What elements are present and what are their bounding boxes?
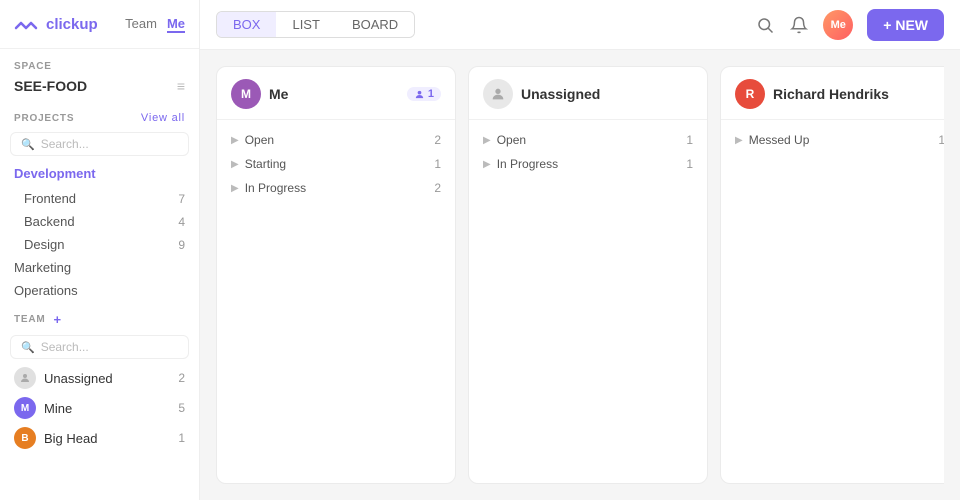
sidebar-item-backend[interactable]: Backend 4 <box>0 210 199 233</box>
chevron-right-icon: ▶ <box>483 135 491 146</box>
team-member-unassigned[interactable]: Unassigned 2 <box>0 363 199 393</box>
chevron-right-icon: ▶ <box>735 135 743 146</box>
team-search-box[interactable]: 🔍 Search... <box>10 335 189 359</box>
add-team-icon[interactable]: + <box>54 312 62 327</box>
col-body-richard: ▶ Messed Up 1 <box>721 120 944 483</box>
user-avatar[interactable]: Me <box>823 10 853 40</box>
mine-label: Mine <box>44 401 72 416</box>
status-row-me-2[interactable]: ▶ In Progress 2 <box>217 176 455 200</box>
board-content: MMe 1▶ Open 2▶ Starting 1▶ In Progress 2… <box>200 50 960 500</box>
main-area: BOX LIST BOARD Me + NEW MMe 1▶ Open 2▶ S… <box>200 0 960 500</box>
space-label: SPACE <box>0 49 199 76</box>
col-badge-me: 1 <box>407 87 441 101</box>
team-section-header: TEAM + <box>0 302 199 331</box>
team-search-icon: 🔍 <box>21 341 35 354</box>
notification-icon[interactable] <box>789 15 809 35</box>
topbar-left: BOX LIST BOARD <box>216 11 415 38</box>
project-search-box[interactable]: 🔍 Search... <box>10 132 189 156</box>
chevron-right-icon: ▶ <box>231 183 239 194</box>
status-name: Open <box>245 133 429 147</box>
chevron-right-icon: ▶ <box>483 159 491 170</box>
col-name-richard: Richard Hendriks <box>773 86 944 102</box>
board-col-me: MMe 1▶ Open 2▶ Starting 1▶ In Progress 2 <box>216 66 456 484</box>
status-name: In Progress <box>245 181 429 195</box>
chevron-right-icon: ▶ <box>231 135 239 146</box>
status-name: Open <box>497 133 681 147</box>
team-member-bighead[interactable]: B Big Head 1 <box>0 423 199 453</box>
status-count: 1 <box>938 133 944 147</box>
clickup-logo-icon <box>14 12 38 36</box>
new-button[interactable]: + NEW <box>867 9 944 41</box>
status-row-unassigned-0[interactable]: ▶ Open 1 <box>469 128 707 152</box>
app-name: clickup <box>46 16 98 33</box>
col-avatar-unassigned <box>483 79 513 109</box>
sidebar-item-design[interactable]: Design 9 <box>0 233 199 256</box>
projects-header: PROJECTS View all <box>0 104 199 128</box>
chevron-right-icon: ▶ <box>231 159 239 170</box>
space-options-icon[interactable]: ≡ <box>177 78 185 94</box>
col-avatar-richard: R <box>735 79 765 109</box>
status-count: 1 <box>686 157 693 171</box>
col-name-me: Me <box>269 86 399 102</box>
unassigned-avatar <box>14 367 36 389</box>
team-search-placeholder: Search... <box>41 340 89 354</box>
sidebar-item-operations[interactable]: Operations <box>0 279 199 302</box>
col-body-me: ▶ Open 2▶ Starting 1▶ In Progress 2 <box>217 120 455 483</box>
status-count: 2 <box>434 133 441 147</box>
status-row-me-0[interactable]: ▶ Open 2 <box>217 128 455 152</box>
view-tabs: BOX LIST BOARD <box>216 11 415 38</box>
status-count: 1 <box>686 133 693 147</box>
board-col-unassigned: Unassigned▶ Open 1▶ In Progress 1 <box>468 66 708 484</box>
me-nav[interactable]: Me <box>167 16 185 33</box>
team-member-mine[interactable]: M Mine 5 <box>0 393 199 423</box>
active-project[interactable]: Development <box>0 160 199 187</box>
status-count: 1 <box>434 157 441 171</box>
tab-board[interactable]: BOARD <box>336 12 414 37</box>
col-header-richard: R Richard Hendriks <box>721 67 944 120</box>
topbar-right: Me + NEW <box>755 9 944 41</box>
search-icon[interactable] <box>755 15 775 35</box>
col-header-me: M Me 1 <box>217 67 455 120</box>
status-count: 2 <box>434 181 441 195</box>
unassigned-count: 2 <box>178 371 185 385</box>
team-nav[interactable]: Team <box>125 16 157 33</box>
status-row-me-1[interactable]: ▶ Starting 1 <box>217 152 455 176</box>
bighead-count: 1 <box>178 431 185 445</box>
bighead-label: Big Head <box>44 431 97 446</box>
col-header-unassigned: Unassigned <box>469 67 707 120</box>
space-name: SEE-FOOD ≡ <box>0 76 199 104</box>
col-name-unassigned: Unassigned <box>521 86 693 102</box>
board-col-richard: R Richard Hendriks ▶ Messed Up 1 <box>720 66 944 484</box>
bighead-avatar: B <box>14 427 36 449</box>
mine-count: 5 <box>178 401 185 415</box>
col-body-unassigned: ▶ Open 1▶ In Progress 1 <box>469 120 707 483</box>
tab-list[interactable]: LIST <box>276 12 335 37</box>
search-icon: 🔍 <box>21 138 35 151</box>
tab-box[interactable]: BOX <box>217 12 276 37</box>
unassigned-label: Unassigned <box>44 371 113 386</box>
sidebar-logo-area: clickup Team Me <box>0 0 199 49</box>
board-scroll: MMe 1▶ Open 2▶ Starting 1▶ In Progress 2… <box>216 66 944 484</box>
status-row-richard-0[interactable]: ▶ Messed Up 1 <box>721 128 944 152</box>
status-row-unassigned-1[interactable]: ▶ In Progress 1 <box>469 152 707 176</box>
view-all-link[interactable]: View all <box>141 112 185 124</box>
status-name: Messed Up <box>749 133 933 147</box>
sidebar-item-frontend[interactable]: Frontend 7 <box>0 187 199 210</box>
status-name: Starting <box>245 157 429 171</box>
project-search-placeholder: Search... <box>41 137 89 151</box>
status-name: In Progress <box>497 157 681 171</box>
sidebar-item-marketing[interactable]: Marketing <box>0 256 199 279</box>
mine-avatar: M <box>14 397 36 419</box>
topbar: BOX LIST BOARD Me + NEW <box>200 0 960 50</box>
col-avatar-me: M <box>231 79 261 109</box>
sidebar: clickup Team Me SPACE SEE-FOOD ≡ PROJECT… <box>0 0 200 500</box>
